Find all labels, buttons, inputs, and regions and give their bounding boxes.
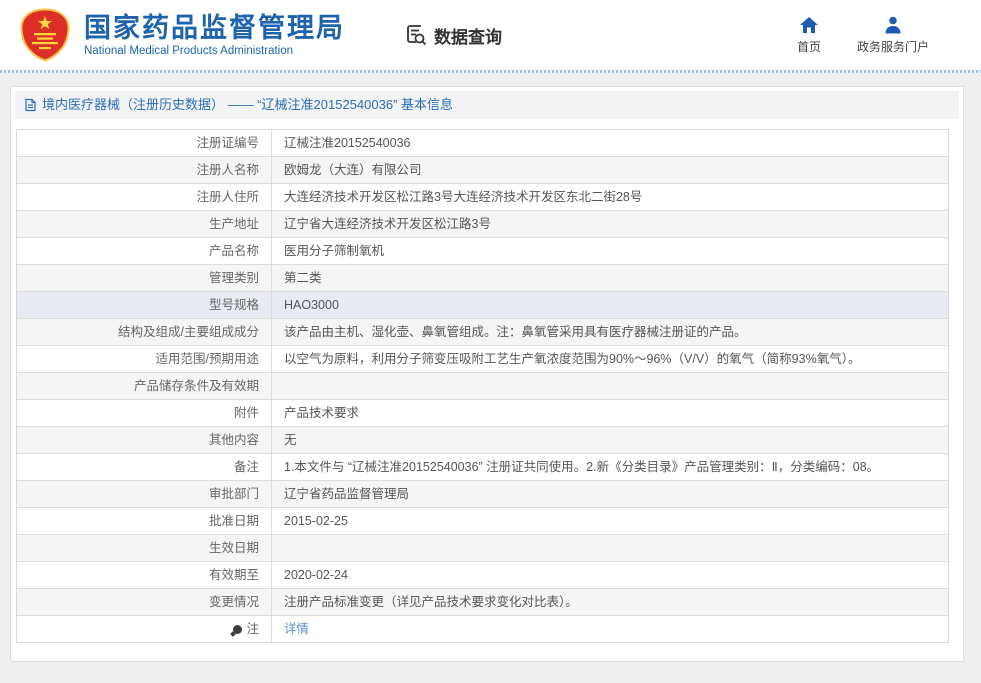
table-row: 变更情况注册产品标准变更（详见产品技术要求变化对比表）。 [17, 589, 948, 616]
table-row: 注册人住所大连经济技术开发区松江路3号大连经济技术开发区东北二街28号 [17, 184, 948, 211]
row-value: 注册产品标准变更（详见产品技术要求变化对比表）。 [272, 589, 948, 615]
table-row: 生效日期 [17, 535, 948, 562]
header: 国家药品监督管理局 National Medical Products Admi… [0, 0, 981, 70]
row-label: 变更情况 [17, 589, 272, 615]
row-value: 辽宁省药品监督管理局 [272, 481, 948, 507]
row-label: 产品储存条件及有效期 [17, 373, 272, 399]
table-row: 产品名称医用分子筛制氧机 [17, 238, 948, 265]
row-label: 生效日期 [17, 535, 272, 561]
header-nav: 首页 政务服务门户 [797, 16, 929, 55]
row-value: 欧姆龙（大连）有限公司 [272, 157, 948, 183]
table-row: 注册证编号辽械注准20152540036 [17, 130, 948, 157]
row-value: 医用分子筛制氧机 [272, 238, 948, 264]
nav-portal-label: 政务服务门户 [857, 38, 929, 55]
row-value: 详情 [272, 616, 948, 642]
row-value: 辽械注准20152540036 [272, 130, 948, 156]
row-value: 1.本文件与 “辽械注准20152540036” 注册证共同使用。2.新《分类目… [272, 454, 948, 480]
content-panel: 境内医疗器械（注册历史数据） —— “辽械注准20152540036” 基本信息… [10, 86, 964, 662]
row-label: 其他内容 [17, 427, 272, 453]
row-label: 生产地址 [17, 211, 272, 237]
main-area: 境内医疗器械（注册历史数据） —— “辽械注准20152540036” 基本信息… [0, 73, 981, 683]
table-row: 其他内容无 [17, 427, 948, 454]
row-value: 该产品由主机、湿化壶、鼻氧管组成。注：鼻氧管采用具有医疗器械注册证的产品。 [272, 319, 948, 345]
row-label: 注册人住所 [17, 184, 272, 210]
row-label: 审批部门 [17, 481, 272, 507]
document-icon [23, 98, 37, 112]
row-label: 批准日期 [17, 508, 272, 534]
table-row: 有效期至2020-02-24 [17, 562, 948, 589]
org-name-en: National Medical Products Administration [84, 45, 345, 57]
row-value [272, 373, 948, 399]
row-value [272, 535, 948, 561]
row-value: 2020-02-24 [272, 562, 948, 588]
row-label: 适用范围/预期用途 [17, 346, 272, 372]
table-row: 生产地址辽宁省大连经济技术开发区松江路3号 [17, 211, 948, 238]
info-table: 注册证编号辽械注准20152540036注册人名称欧姆龙（大连）有限公司注册人住… [16, 129, 949, 643]
data-query-section[interactable]: 数据查询 [403, 22, 502, 48]
row-value: 辽宁省大连经济技术开发区松江路3号 [272, 211, 948, 237]
row-label: 型号规格 [17, 292, 272, 318]
row-label: 备注 [17, 454, 272, 480]
brand[interactable]: 国家药品监督管理局 National Medical Products Admi… [18, 8, 345, 62]
row-label: 管理类别 [17, 265, 272, 291]
row-value: 大连经济技术开发区松江路3号大连经济技术开发区东北二街28号 [272, 184, 948, 210]
table-row: 备注1.本文件与 “辽械注准20152540036” 注册证共同使用。2.新《分… [17, 454, 948, 481]
table-row: 适用范围/预期用途以空气为原料，利用分子筛变压吸附工艺生产氧浓度范围为90%～9… [17, 346, 948, 373]
bulb-icon [233, 625, 242, 634]
row-label: 注 [17, 616, 272, 642]
row-label: 注册人名称 [17, 157, 272, 183]
row-label: 注册证编号 [17, 130, 272, 156]
data-query-icon [403, 22, 429, 48]
row-value: 无 [272, 427, 948, 453]
table-row: 产品储存条件及有效期 [17, 373, 948, 400]
table-row: 附件产品技术要求 [17, 400, 948, 427]
row-label: 有效期至 [17, 562, 272, 588]
data-query-label: 数据查询 [434, 23, 502, 48]
user-icon [883, 16, 903, 34]
nav-portal[interactable]: 政务服务门户 [857, 16, 929, 55]
row-value: 以空气为原料，利用分子筛变压吸附工艺生产氧浓度范围为90%～96%（V/V）的氧… [272, 346, 948, 372]
detail-link[interactable]: 详情 [284, 622, 309, 636]
breadcrumb: 境内医疗器械（注册历史数据） —— “辽械注准20152540036” 基本信息 [15, 91, 959, 119]
table-row: 注详情 [17, 616, 948, 642]
breadcrumb-text: 境内医疗器械（注册历史数据） —— “辽械注准20152540036” 基本信息 [42, 91, 453, 119]
row-label: 结构及组成/主要组成成分 [17, 319, 272, 345]
row-value: 第二类 [272, 265, 948, 291]
row-label: 附件 [17, 400, 272, 426]
table-row: 注册人名称欧姆龙（大连）有限公司 [17, 157, 948, 184]
nav-home-label: 首页 [797, 38, 821, 55]
row-label: 产品名称 [17, 238, 272, 264]
table-row: 管理类别第二类 [17, 265, 948, 292]
table-row: 批准日期2015-02-25 [17, 508, 948, 535]
row-value: 产品技术要求 [272, 400, 948, 426]
home-icon [799, 16, 819, 34]
org-name-zh: 国家药品监督管理局 [84, 13, 345, 43]
table-row: 审批部门辽宁省药品监督管理局 [17, 481, 948, 508]
row-value: HAO3000 [272, 292, 948, 318]
nav-home[interactable]: 首页 [797, 16, 821, 55]
emblem-logo [18, 8, 72, 62]
brand-text: 国家药品监督管理局 National Medical Products Admi… [84, 13, 345, 57]
row-value: 2015-02-25 [272, 508, 948, 534]
table-row: 型号规格HAO3000 [17, 292, 948, 319]
table-row: 结构及组成/主要组成成分该产品由主机、湿化壶、鼻氧管组成。注：鼻氧管采用具有医疗… [17, 319, 948, 346]
